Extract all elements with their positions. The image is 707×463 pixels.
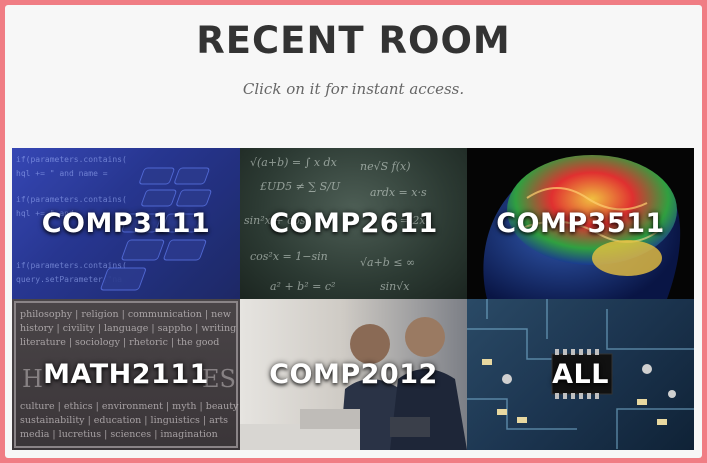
room-label: COMP2012	[269, 359, 438, 390]
svg-text:√(a+b) = ∫ x dx: √(a+b) = ∫ x dx	[250, 156, 338, 169]
svg-text:literature | sociology | rheto: literature | sociology | rhetoric | the …	[20, 337, 219, 348]
room-tile-comp2012[interactable]: COMP2012	[240, 299, 467, 450]
svg-text:ne√S f(x): ne√S f(x)	[360, 160, 411, 173]
recent-room-panel: RECENT ROOM Click on it for instant acce…	[5, 5, 702, 458]
page-title: RECENT ROOM	[196, 19, 511, 62]
svg-text:cos²x = 1−sin: cos²x = 1−sin	[250, 250, 328, 263]
room-label: COMP2611	[269, 208, 438, 239]
room-tile-comp3511[interactable]: COMP3511	[467, 148, 694, 299]
room-label: MATH2111	[43, 359, 209, 390]
svg-text:a² + b² = c²: a² + b² = c²	[270, 280, 335, 293]
svg-text:sustainability | education | l: sustainability | education | linguistics…	[20, 415, 228, 426]
room-tile-all[interactable]: ALL	[467, 299, 694, 450]
page-subtitle: Click on it for instant access.	[242, 80, 465, 98]
svg-text:ardx = x·s: ardx = x·s	[370, 186, 427, 199]
room-grid: if(parameters.contains( hql += " and nam…	[12, 148, 694, 450]
room-label: COMP3111	[41, 208, 211, 239]
room-tile-math2111[interactable]: philosophy | religion | communication | …	[12, 299, 240, 450]
svg-text:£UD5 ≠ ∑ S/U: £UD5 ≠ ∑ S/U	[259, 180, 341, 193]
svg-text:√a+b ≤ ∞: √a+b ≤ ∞	[360, 256, 415, 269]
svg-text:media | lucretius | sciences |: media | lucretius | sciences | imaginati…	[20, 429, 218, 440]
svg-text:culture | ethics | environment: culture | ethics | environment | myth | …	[20, 401, 239, 412]
svg-text:history | civility | language: history | civility | language | sappho |…	[20, 323, 236, 334]
svg-text:sin√x: sin√x	[380, 280, 410, 293]
room-label: ALL	[552, 359, 609, 390]
svg-text:H: H	[22, 365, 43, 393]
room-tile-comp3111[interactable]: if(parameters.contains( hql += " and nam…	[12, 148, 240, 299]
room-tile-comp2611[interactable]: √(a+b) = ∫ x dx ne√S f(x) £UD5 ≠ ∑ S/U a…	[240, 148, 467, 299]
svg-text:philosophy | religion | commun: philosophy | religion | communication | …	[20, 309, 231, 320]
room-label: COMP3511	[496, 208, 665, 239]
